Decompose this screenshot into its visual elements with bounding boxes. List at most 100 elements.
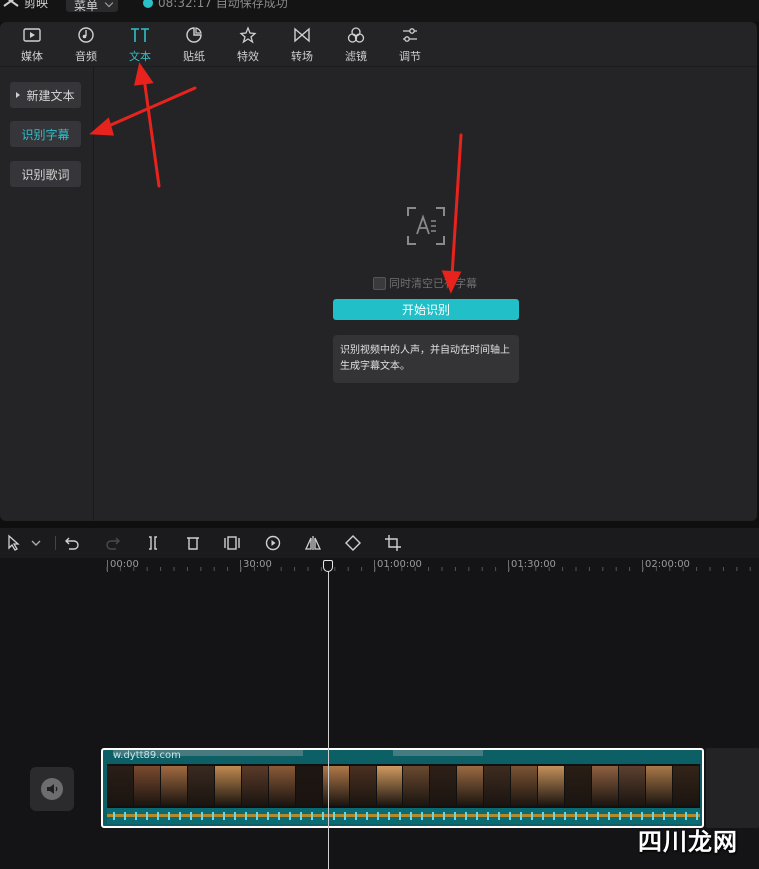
editor-panel: 媒体 音频 文本 贴纸 特效 转场 滤镜 调节 新建文本 识别字幕 识别歌词 同…: [0, 22, 757, 521]
waveform-spike: [322, 812, 324, 820]
waveform-spike: [223, 812, 225, 820]
tab-audio[interactable]: 音频: [59, 22, 113, 66]
timeline-ruler[interactable]: 00:00 30:00 01:00:00 01:30:00 02:00:00: [0, 558, 759, 574]
playhead-handle[interactable]: [323, 560, 333, 572]
select-tool-button[interactable]: [5, 534, 23, 552]
tab-media[interactable]: 媒体: [5, 22, 59, 66]
thumbnail-frame: [646, 766, 673, 806]
timeline-toolbar: [0, 528, 759, 558]
tab-text[interactable]: 文本: [113, 22, 167, 66]
split-button[interactable]: [144, 534, 162, 552]
reverse-button[interactable]: [264, 534, 282, 552]
thumbnail-frame: [107, 766, 133, 806]
waveform-spike: [157, 812, 159, 820]
tab-transition[interactable]: 转场: [275, 22, 329, 66]
effects-icon: [239, 26, 257, 44]
audio-waveform: [107, 808, 700, 824]
sidebar-item-label: 识别歌词: [21, 168, 70, 182]
sidebar-item-new-text[interactable]: 新建文本: [10, 82, 81, 108]
freeze-frame-button[interactable]: [223, 534, 241, 552]
waveform-spike: [553, 812, 555, 820]
text-recognition-icon: [407, 207, 445, 245]
video-clip[interactable]: w.dytt89.com: [101, 748, 704, 828]
adjust-icon: [403, 28, 417, 42]
waveform-spike: [465, 812, 467, 820]
tab-label: 贴纸: [183, 50, 205, 63]
waveform-line: [107, 814, 700, 817]
waveform-spike: [256, 812, 258, 820]
mirror-button[interactable]: [304, 534, 322, 552]
waveform-spike: [168, 812, 170, 820]
waveform-spike: [498, 812, 500, 820]
waveform-spike: [487, 812, 489, 820]
tab-effects[interactable]: 特效: [221, 22, 275, 66]
waveform-spike: [388, 812, 390, 820]
waveform-spike: [608, 812, 610, 820]
select-mode-dropdown[interactable]: [27, 534, 45, 552]
waveform-spike: [377, 812, 379, 820]
thumbnail-frame: [484, 766, 511, 806]
thumbnail-frame: [187, 766, 214, 806]
clear-existing-subtitles-checkbox[interactable]: [373, 277, 386, 290]
delete-button[interactable]: [184, 534, 202, 552]
waveform-spike: [366, 812, 368, 820]
waveform-spike: [344, 812, 346, 820]
tab-sticker[interactable]: 贴纸: [167, 22, 221, 66]
waveform-spike: [333, 812, 335, 820]
filter-icon: [347, 27, 365, 43]
sidebar-item-recognize-subtitles[interactable]: 识别字幕: [10, 121, 81, 147]
crop-button[interactable]: [384, 534, 402, 552]
tab-label: 滤镜: [345, 50, 367, 63]
waveform-spike: [586, 812, 588, 820]
chevron-down-icon: [104, 0, 114, 8]
trash-icon: [187, 537, 199, 550]
rotate-button[interactable]: [344, 534, 362, 552]
waveform-spike: [696, 812, 698, 820]
toolbar-divider: [55, 536, 56, 550]
rotate-icon: [345, 535, 361, 551]
cursor-icon: [8, 534, 20, 551]
text-sidebar: 新建文本 识别字幕 识别歌词: [0, 66, 94, 521]
thumbnail-frame: [511, 766, 538, 806]
tab-label: 文本: [129, 50, 151, 63]
clip-name: w.dytt89.com: [113, 750, 181, 761]
waveform-spike: [641, 812, 643, 820]
track-mute-button[interactable]: [30, 767, 74, 811]
waveform-spike: [674, 812, 676, 820]
thumbnail-frame: [214, 766, 241, 806]
split-icon: [149, 536, 157, 550]
waveform-spike: [124, 812, 126, 820]
thumbnail-frame: [322, 766, 349, 806]
media-icon: [23, 28, 41, 42]
tab-filter[interactable]: 滤镜: [329, 22, 383, 66]
undo-button[interactable]: [63, 534, 81, 552]
reverse-play-icon: [265, 535, 281, 551]
waveform-spike: [278, 812, 280, 820]
waveform-spike: [443, 812, 445, 820]
thumbnail-frame: [619, 766, 646, 806]
description-text: 识别视频中的人声，并自动在时间轴上生成字幕文本。: [340, 345, 510, 372]
sidebar-item-recognize-lyrics[interactable]: 识别歌词: [10, 161, 81, 187]
waveform-spike: [267, 812, 269, 820]
audio-icon: [78, 27, 94, 43]
waveform-spike: [201, 812, 203, 820]
tab-label: 媒体: [21, 50, 43, 63]
waveform-spike: [355, 812, 357, 820]
menu-dropdown[interactable]: 菜单: [66, 0, 118, 13]
tab-adjust[interactable]: 调节: [383, 22, 437, 66]
waveform-spike: [311, 812, 313, 820]
app-logo-icon: [3, 0, 19, 7]
waveform-spike: [212, 812, 214, 820]
waveform-spike: [454, 812, 456, 820]
waveform-spike: [685, 812, 687, 820]
waveform-spike: [531, 812, 533, 820]
waveform-spike: [410, 812, 412, 820]
subtitle-recognition-panel: 同时清空已有字幕 开始识别 识别视频中的人声，并自动在时间轴上生成字幕文本。: [94, 66, 757, 521]
start-recognition-button[interactable]: 开始识别: [333, 299, 519, 320]
waveform-spike: [432, 812, 434, 820]
sidebar-item-label: 新建文本: [26, 89, 75, 103]
playhead-line[interactable]: [328, 566, 329, 869]
menu-label: 菜单: [74, 0, 99, 13]
redo-button[interactable]: [104, 534, 122, 552]
waveform-spike: [179, 812, 181, 820]
